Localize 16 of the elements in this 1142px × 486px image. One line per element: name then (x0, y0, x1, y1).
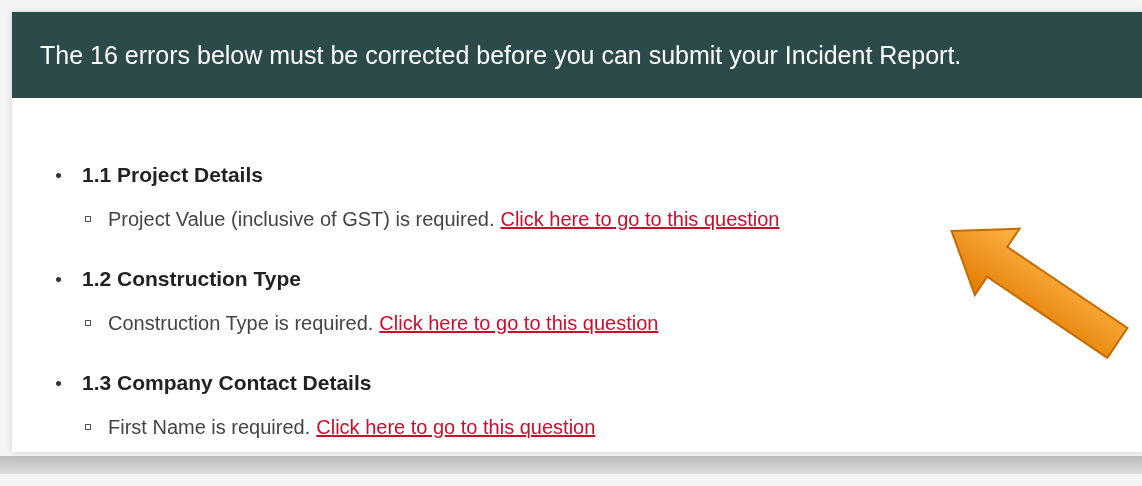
section-heading: 1.1 Project Details (82, 163, 263, 187)
question-link[interactable]: Click here to go to this question (379, 311, 659, 335)
bullet-icon (56, 380, 61, 386)
question-link[interactable]: Click here to go to this question (316, 415, 596, 439)
section-heading: 1.2 Construction Type (82, 267, 301, 291)
question-link[interactable]: Click here to go to this question (500, 207, 780, 231)
bullet-icon (85, 216, 91, 222)
bullet-icon (85, 424, 91, 430)
error-message: Construction Type is required. (108, 311, 374, 335)
section-heading: 1.3 Company Contact Details (82, 371, 372, 395)
bullet-icon (85, 320, 91, 326)
error-summary: The 16 errors below must be corrected before you can submit your Incident Report. (40, 40, 962, 70)
error-message: Project Value (inclusive of GST) is required. (108, 207, 495, 231)
bullet-icon (56, 276, 61, 282)
bullet-icon (56, 172, 61, 178)
error-message: First Name is required. (108, 415, 311, 439)
